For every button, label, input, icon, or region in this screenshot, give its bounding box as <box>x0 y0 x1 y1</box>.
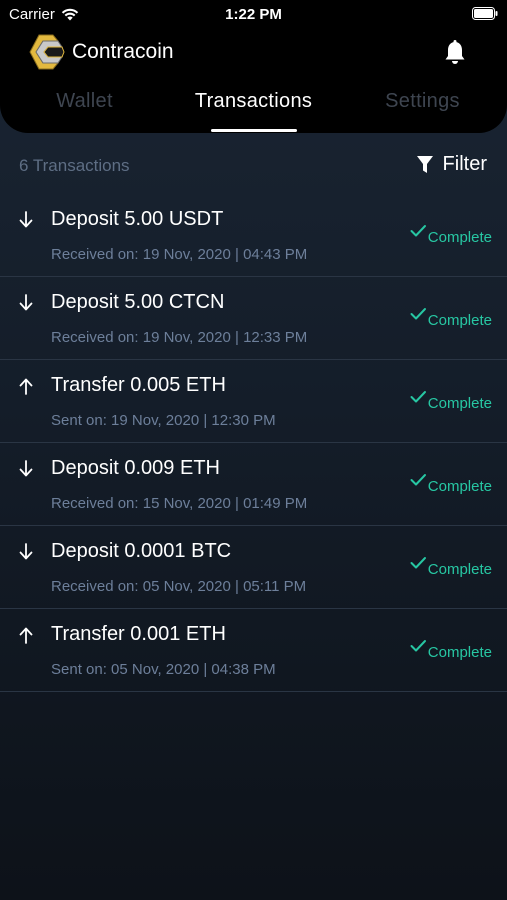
transaction-date: Received on: 05 Nov, 2020 | 05:11 PM <box>51 578 307 595</box>
active-tab-indicator <box>211 129 297 132</box>
arrow-down-icon <box>19 543 33 560</box>
status-label: Complete <box>427 644 492 661</box>
filter-label: Filter <box>442 153 487 175</box>
transaction-status: Complete <box>410 474 492 495</box>
transaction-title: Transfer 0.005 ETH <box>51 374 226 396</box>
brand: Contracoin <box>26 31 174 73</box>
transaction-count: 6 Transactions <box>19 156 130 175</box>
checkmark-icon <box>410 640 426 652</box>
transaction-title: Transfer 0.001 ETH <box>51 623 226 645</box>
status-label: Complete <box>427 312 492 329</box>
transaction-row[interactable]: Deposit 5.00 USDT Received on: 19 Nov, 20… <box>0 194 507 277</box>
battery-icon <box>472 7 498 20</box>
transaction-date: Received on: 15 Nov, 2020 | 01:49 PM <box>51 495 308 512</box>
contracoin-logo-icon <box>29 34 65 70</box>
transaction-date: Received on: 19 Nov, 2020 | 04:43 PM <box>51 246 308 263</box>
transaction-title: Deposit 5.00 USDT <box>51 208 224 230</box>
checkmark-icon <box>410 308 426 320</box>
transaction-date: Received on: 19 Nov, 2020 | 12:33 PM <box>51 329 308 346</box>
checkmark-icon <box>410 225 426 237</box>
arrow-down-icon <box>19 460 33 477</box>
transaction-row[interactable]: Transfer 0.005 ETH Sent on: 19 Nov, 2020 … <box>0 360 507 443</box>
filter-button[interactable]: Filter <box>416 153 487 176</box>
filter-funnel-icon <box>416 155 433 173</box>
transaction-status: Complete <box>410 308 492 329</box>
status-label: Complete <box>427 229 492 246</box>
transaction-title: Deposit 0.009 ETH <box>51 457 220 479</box>
transaction-row[interactable]: Deposit 5.00 CTCN Received on: 19 Nov, 20… <box>0 277 507 360</box>
status-label: Complete <box>427 478 492 495</box>
transaction-title: Deposit 0.0001 BTC <box>51 540 232 562</box>
transaction-date: Sent on: 19 Nov, 2020 | 12:30 PM <box>51 412 276 429</box>
notifications-bell-icon[interactable] <box>443 40 467 66</box>
tab-wallet[interactable]: Wallet <box>0 90 169 113</box>
app-header: Carrier 1:22 PM Contracoin Wallet Transa <box>0 0 507 133</box>
checkmark-icon <box>410 557 426 569</box>
transaction-status: Complete <box>410 391 492 412</box>
transaction-title: Deposit 5.00 CTCN <box>51 291 225 313</box>
status-label: Complete <box>427 395 492 412</box>
status-time: 1:22 PM <box>225 6 282 23</box>
arrow-down-icon <box>19 294 33 311</box>
status-label: Complete <box>427 561 492 578</box>
transactions-toolbar: 6 Transactions Filter <box>0 150 507 180</box>
tab-settings[interactable]: Settings <box>338 90 507 113</box>
transaction-date: Sent on: 05 Nov, 2020 | 04:38 PM <box>51 661 276 678</box>
checkmark-icon <box>410 391 426 403</box>
transaction-row[interactable]: Deposit 0.0001 BTC Received on: 05 Nov, 2… <box>0 526 507 609</box>
transaction-list: Deposit 5.00 USDT Received on: 19 Nov, 20… <box>0 194 507 692</box>
transaction-status: Complete <box>410 557 492 578</box>
tab-transactions[interactable]: Transactions <box>169 90 338 113</box>
checkmark-icon <box>410 474 426 486</box>
transaction-status: Complete <box>410 640 492 661</box>
transaction-status: Complete <box>410 225 492 246</box>
arrow-down-icon <box>19 211 33 228</box>
tab-bar: Wallet Transactions Settings <box>0 90 507 132</box>
transaction-row[interactable]: Deposit 0.009 ETH Received on: 15 Nov, 20… <box>0 443 507 526</box>
arrow-up-icon <box>19 378 33 395</box>
transaction-row[interactable]: Transfer 0.001 ETH Sent on: 05 Nov, 2020 … <box>0 609 507 692</box>
arrow-up-icon <box>19 627 33 644</box>
app-name: Contracoin <box>72 40 174 63</box>
status-bar: Carrier 1:22 PM <box>0 0 507 28</box>
